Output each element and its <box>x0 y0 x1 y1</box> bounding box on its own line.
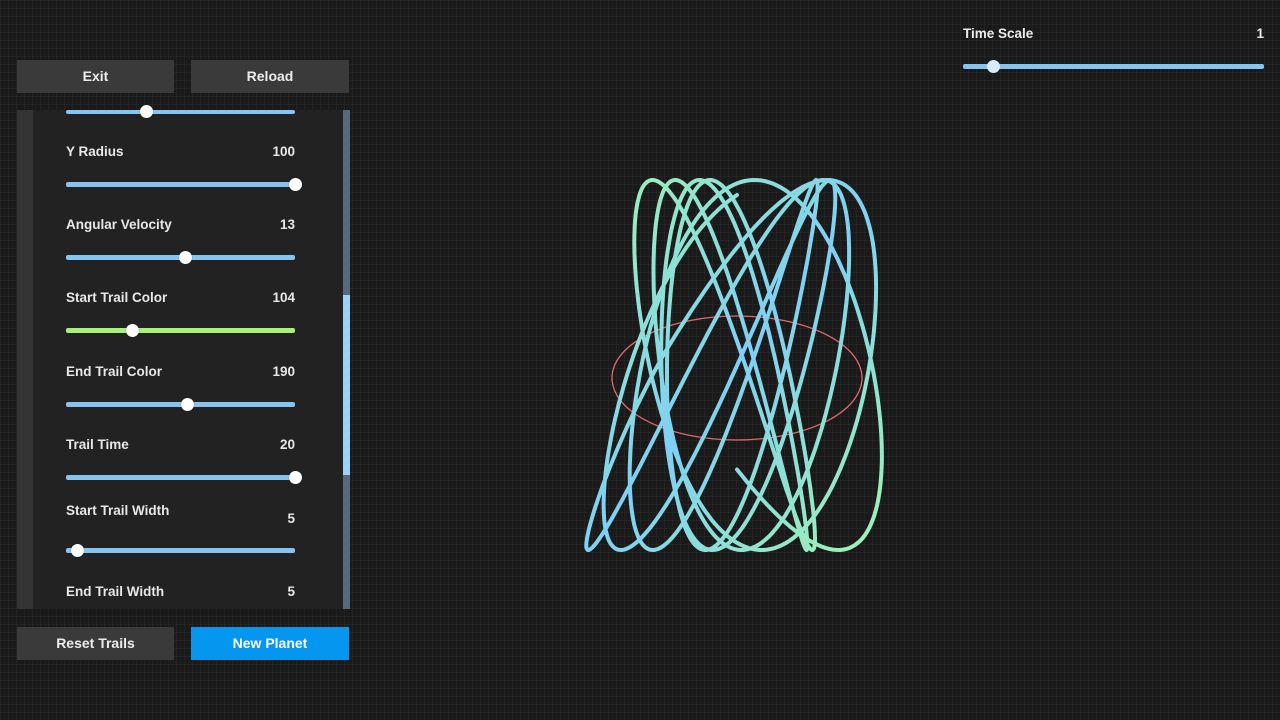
trail-time-value: 20 <box>279 437 295 452</box>
y-radius-value: 100 <box>272 144 295 159</box>
angular-velocity-slider-thumb[interactable] <box>179 251 193 264</box>
y-radius-slider[interactable] <box>66 178 302 191</box>
start-trail-width-label: Start Trail Width <box>66 503 170 518</box>
partial-slider-track[interactable] <box>66 105 295 118</box>
start-trail-color-label: Start Trail Color <box>66 290 168 305</box>
angular-velocity-slider[interactable] <box>66 251 295 264</box>
y-radius-slider-thumb[interactable] <box>289 178 302 191</box>
end-trail-width-label: End Trail Width <box>66 584 165 599</box>
planet-trail <box>584 178 884 552</box>
end-trail-color-slider[interactable] <box>66 398 295 411</box>
end-trail-color-value: 190 <box>272 364 295 379</box>
start-trail-width-value: 5 <box>287 511 295 526</box>
trail-time-slider[interactable] <box>66 471 302 484</box>
settings-scrollbar-thumb[interactable] <box>343 295 350 476</box>
end-trail-width-value: 5 <box>287 584 295 599</box>
reload-button[interactable]: Reload <box>191 60 349 93</box>
start-trail-color-value: 104 <box>272 290 295 305</box>
reset-trails-button[interactable]: Reset Trails <box>17 627 174 660</box>
start-trail-width-slider[interactable] <box>66 544 295 557</box>
new-planet-button[interactable]: New Planet <box>191 627 349 660</box>
end-trail-color-label: End Trail Color <box>66 364 163 379</box>
exit-button[interactable]: Exit <box>17 60 174 93</box>
start-trail-color-slider[interactable] <box>66 324 295 337</box>
angular-velocity-label: Angular Velocity <box>66 217 172 232</box>
trail-time-slider-thumb[interactable] <box>289 471 302 484</box>
time-scale-slider[interactable] <box>963 60 1264 73</box>
trail-time-label: Trail Time <box>66 437 129 452</box>
angular-velocity-value: 13 <box>279 217 295 232</box>
time-scale-slider-thumb[interactable] <box>987 60 1001 73</box>
settings-scrollbar[interactable] <box>343 110 350 609</box>
time-scale-value: 1 <box>1256 26 1264 41</box>
y-radius-label: Y Radius <box>66 144 124 159</box>
time-scale-label: Time Scale <box>963 26 1034 41</box>
orbit-trail-visualization <box>584 178 884 552</box>
